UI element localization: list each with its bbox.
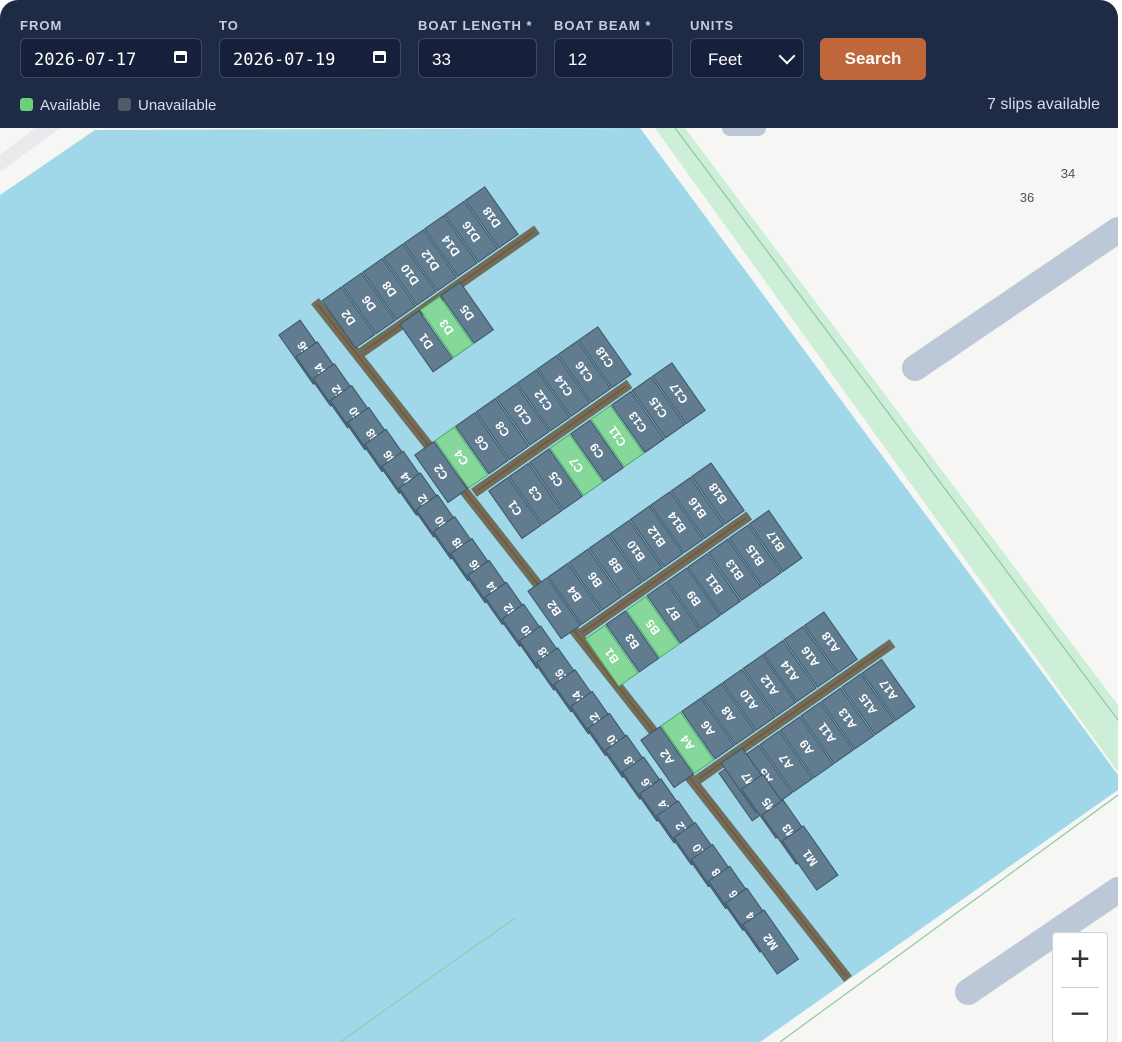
marina-app: 34 36 D2 D6 D8 D10 D12 D14 D16 D18 D1 D3 D5 C2 C4 C6 C… xyxy=(0,0,1118,1042)
slips-available-count: 7 slips available xyxy=(987,96,1100,113)
boat-beam-label: BOAT BEAM * xyxy=(554,18,652,33)
street-label-36: 36 xyxy=(1020,190,1034,205)
unavailable-swatch xyxy=(118,98,131,111)
from-date-value: 2026-07-17 xyxy=(34,50,137,70)
to-date-input[interactable]: 2026-07-19 xyxy=(219,38,401,78)
from-date-input[interactable]: 2026-07-17 xyxy=(20,38,202,78)
from-label: FROM xyxy=(20,18,63,33)
marina-map[interactable]: 34 36 D2D6D8D10D12D14D16D18D1D3D5C2C4C6C… xyxy=(0,0,1118,1042)
units-select[interactable]: Feet xyxy=(690,38,804,78)
boat-length-value: 33 xyxy=(432,50,451,69)
zoom-out-button[interactable]: − xyxy=(1053,988,1107,1041)
units-value: Feet xyxy=(708,50,743,69)
zoom-in-button[interactable]: + xyxy=(1053,933,1107,986)
available-swatch xyxy=(20,98,33,111)
calendar-icon[interactable] xyxy=(373,51,386,63)
street-label-34: 34 xyxy=(1061,166,1075,181)
units-label: UNITS xyxy=(690,18,734,33)
legend-unavailable: Unavailable xyxy=(118,97,216,114)
zoom-control: + − xyxy=(1052,932,1108,1042)
search-button[interactable]: Search xyxy=(820,38,926,80)
boat-length-label: BOAT LENGTH * xyxy=(418,18,533,33)
legend-available-label: Available xyxy=(40,97,101,114)
to-label: TO xyxy=(219,18,239,33)
calendar-icon[interactable] xyxy=(174,51,187,63)
boat-beam-input[interactable]: 12 xyxy=(554,38,673,78)
to-date-value: 2026-07-19 xyxy=(233,50,336,70)
legend-unavailable-label: Unavailable xyxy=(138,97,217,114)
legend-available: Available xyxy=(20,97,101,114)
search-bar: FROM 2026-07-17 TO 2026-07-19 BOAT LENGT… xyxy=(0,0,1118,128)
boat-beam-value: 12 xyxy=(568,50,587,69)
boat-length-input[interactable]: 33 xyxy=(418,38,537,78)
chevron-down-icon xyxy=(778,47,796,65)
